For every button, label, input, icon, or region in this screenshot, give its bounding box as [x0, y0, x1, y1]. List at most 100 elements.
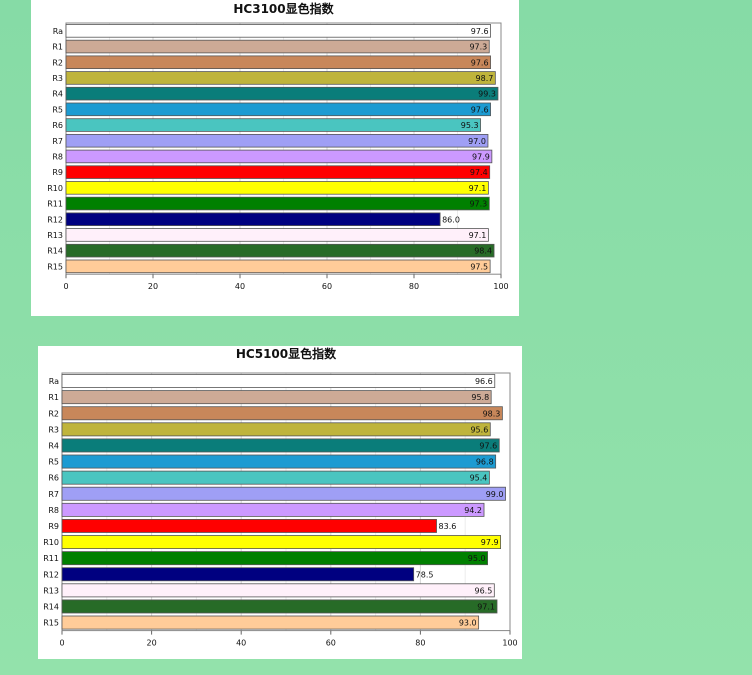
category-label: R5 [48, 458, 59, 467]
bar-r10 [65, 181, 489, 195]
bar-r1 [65, 39, 490, 54]
value-label: 98.7 [476, 74, 494, 83]
chart-hc5100: HC5100显色指数 0 20 40 60 80 100 Ra 96.6 R1 95.8 R2 98.3… [43, 346, 517, 648]
value-label: 97.1 [469, 184, 487, 193]
value-label: 86.0 [442, 215, 460, 224]
category-label: R7 [52, 137, 63, 146]
bar-r7 [61, 486, 506, 501]
x-tick-label: 100 [502, 639, 517, 648]
value-label: 97.3 [469, 43, 487, 52]
value-label: 95.8 [471, 393, 489, 402]
x-tick-label: 80 [415, 639, 425, 648]
value-label: 93.0 [459, 619, 477, 628]
chart-title: HC5100显色指数 [236, 346, 337, 361]
value-label: 97.4 [470, 168, 488, 177]
bar-r6 [61, 470, 490, 485]
bar-r11 [65, 196, 490, 211]
bar-r14 [65, 243, 495, 258]
bar-r4 [61, 438, 500, 453]
bar-r10 [61, 535, 501, 550]
x-tick-label: 0 [63, 282, 68, 291]
value-label: 97.0 [468, 137, 486, 146]
value-label: 97.9 [472, 152, 490, 161]
bar-r3 [61, 422, 491, 437]
value-label: 95.6 [470, 425, 488, 434]
value-label: 94.2 [464, 506, 482, 515]
category-label: R3 [48, 425, 59, 434]
value-label: 97.6 [471, 105, 489, 114]
value-label: 97.6 [471, 58, 489, 67]
category-label: R9 [48, 522, 59, 531]
category-label: R2 [48, 409, 59, 418]
category-label: R7 [48, 490, 59, 499]
category-label: R14 [43, 602, 59, 611]
chart-panel-hc3100: HC3100显色指数 0 20 40 60 80 100 Ra 97.6 R1 97.3 R2 97.6… [31, 0, 519, 316]
value-label: 96.8 [476, 458, 494, 467]
bar-r8 [61, 502, 485, 517]
category-label: R4 [52, 90, 63, 99]
bar-r14 [61, 599, 498, 614]
bar-r5 [65, 102, 491, 117]
value-label: 95.4 [470, 474, 488, 483]
bar-r13 [61, 583, 495, 598]
category-label: R9 [52, 168, 63, 177]
category-label: R11 [47, 200, 63, 209]
category-label: R10 [47, 184, 63, 193]
category-label: R13 [47, 231, 63, 240]
category-label: R15 [47, 262, 63, 271]
category-label: R6 [52, 121, 63, 130]
bar-r7 [65, 133, 489, 148]
category-label: R14 [47, 247, 63, 256]
bar-ra [61, 374, 496, 389]
value-label: 78.5 [416, 570, 434, 579]
x-tick-label: 20 [148, 282, 158, 291]
bar-r12 [65, 212, 441, 226]
value-label: 98.4 [474, 247, 492, 256]
category-label: R8 [52, 152, 63, 161]
category-label: R10 [43, 538, 59, 547]
x-tick-label: 0 [59, 639, 64, 648]
bar-r8 [65, 149, 493, 164]
value-label: 98.3 [483, 409, 501, 418]
value-label: 96.5 [475, 586, 493, 595]
category-label: R4 [48, 441, 59, 450]
category-label: R8 [48, 506, 59, 515]
bar-r9 [65, 165, 491, 179]
category-label: R1 [48, 393, 59, 402]
value-label: 97.6 [479, 441, 497, 450]
bar-r4 [65, 86, 499, 101]
x-tick-label: 20 [147, 639, 157, 648]
value-label: 97.1 [477, 602, 495, 611]
bar-r11 [61, 551, 489, 566]
x-tick-label: 60 [326, 639, 336, 648]
x-tick-label: 100 [493, 282, 508, 291]
category-label: R12 [47, 215, 63, 224]
bar-r3 [65, 71, 496, 85]
bar-r15 [65, 259, 491, 274]
x-tick-label: 80 [409, 282, 419, 291]
bar-r1 [61, 390, 492, 405]
value-label: 97.9 [481, 538, 499, 547]
value-label: 97.3 [469, 200, 487, 209]
category-label: Ra [49, 377, 59, 386]
bar-r9 [61, 518, 437, 533]
category-label: R11 [43, 554, 59, 563]
value-label: 97.6 [471, 27, 489, 36]
x-tick-label: 40 [235, 282, 245, 291]
bar-r6 [65, 118, 481, 132]
value-label: 95.3 [461, 121, 479, 130]
value-label: 97.5 [470, 262, 488, 271]
bar-r12 [61, 567, 415, 582]
category-label: R1 [52, 43, 63, 52]
category-label: R5 [52, 105, 63, 114]
category-label: R3 [52, 74, 63, 83]
value-label: 96.6 [475, 377, 493, 386]
bar-r2 [65, 55, 491, 70]
bar-r2 [61, 406, 503, 421]
category-label: R12 [43, 570, 59, 579]
bar-ra [65, 24, 491, 38]
category-label: R2 [52, 58, 63, 67]
category-label: Ra [53, 27, 63, 36]
bar-r15 [61, 615, 480, 630]
chart-title: HC3100显色指数 [233, 1, 334, 16]
